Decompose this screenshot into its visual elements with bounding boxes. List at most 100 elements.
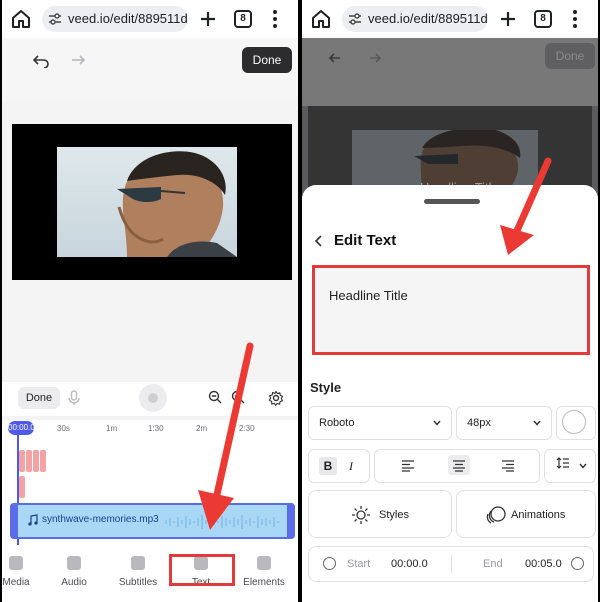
done-button: Done: [545, 43, 595, 69]
media-icon: [9, 556, 23, 570]
timeline-done-button[interactable]: Done: [18, 387, 60, 409]
line-spacing-icon: [556, 457, 569, 469]
chevron-down-icon: [533, 420, 541, 426]
text-clip[interactable]: [19, 450, 25, 472]
play-button[interactable]: [139, 384, 167, 412]
text-content-value: Headline Title: [329, 288, 408, 303]
chevron-down-icon: [579, 463, 587, 469]
new-tab-icon[interactable]: [498, 9, 518, 29]
text-clip[interactable]: [40, 450, 46, 472]
playhead-time[interactable]: 00:00.0: [8, 421, 35, 435]
animations-button[interactable]: Animations: [456, 490, 596, 538]
chevron-down-icon: [433, 420, 441, 426]
zoom-out-icon[interactable]: [208, 390, 222, 404]
left-screen: veed.io/edit/889511d4 8 Done Done 30s 1m…: [2, 0, 298, 602]
right-screen: veed.io/edit/889511d4 8 Done Headline Ti…: [302, 0, 598, 602]
bold-button[interactable]: B: [319, 457, 337, 475]
audio-trim-handle-right[interactable]: [287, 503, 295, 539]
animations-label: Animations: [511, 509, 566, 521]
nav-label: Subtitles: [118, 577, 158, 588]
audio-trim-handle-left[interactable]: [10, 503, 18, 539]
text-color-swatch[interactable]: [562, 410, 586, 434]
done-button[interactable]: Done: [242, 47, 292, 73]
screenshot-composite: veed.io/edit/889511d4 8 Done Done 30s 1m…: [0, 0, 600, 602]
subtitles-icon: [131, 556, 145, 570]
text-clip[interactable]: [26, 450, 32, 472]
font-family-select[interactable]: Roboto: [308, 406, 452, 440]
browser-toolbar: veed.io/edit/889511d4 8: [2, 0, 298, 38]
redo-icon[interactable]: [68, 54, 86, 68]
text-clip[interactable]: [33, 450, 39, 472]
address-bar[interactable]: veed.io/edit/889511d4: [342, 6, 488, 32]
clock-icon: [571, 557, 584, 570]
undo-icon[interactable]: [32, 54, 50, 68]
font-family-value: Roboto: [319, 417, 355, 429]
nav-audio[interactable]: Audio: [46, 554, 102, 594]
browser-toolbar: veed.io/edit/889511d4 8: [302, 0, 598, 38]
text-content-input[interactable]: Headline Title: [312, 265, 590, 355]
url-text: veed.io/edit/889511d4: [68, 11, 188, 26]
line-spacing-select[interactable]: [544, 449, 596, 483]
timeline-ruler[interactable]: 30s 1m 1:30 2m 2:30: [2, 420, 298, 436]
tab-switcher-button[interactable]: 8: [234, 10, 252, 28]
style-section-label: Style: [310, 380, 342, 395]
sun-icon: [352, 506, 370, 524]
ruler-tick: 1m: [106, 424, 118, 433]
italic-button[interactable]: I: [342, 457, 360, 475]
elements-icon: [257, 556, 271, 570]
sheet-title: Edit Text: [334, 232, 397, 249]
audio-clip-name: synthwave-memories.mp3: [42, 514, 159, 525]
sheet-drag-handle[interactable]: [424, 199, 480, 204]
tab-switcher-button[interactable]: 8: [534, 10, 552, 28]
nav-label: Elements: [243, 577, 285, 588]
text-clip[interactable]: [19, 476, 25, 498]
ruler-tick: 1:30: [148, 424, 164, 433]
end-label: End: [483, 558, 503, 570]
text-tab-highlight: [169, 554, 235, 586]
font-style-group: [308, 449, 370, 483]
home-icon[interactable]: [310, 8, 332, 30]
redo-icon: [370, 53, 382, 63]
start-time-input[interactable]: 00:00.0: [391, 558, 428, 570]
home-icon[interactable]: [10, 8, 32, 30]
audio-icon: [67, 556, 81, 570]
timeline-settings-icon[interactable]: [268, 390, 284, 406]
video-thumbnail: [57, 147, 237, 257]
more-menu-icon[interactable]: [272, 9, 278, 29]
nav-elements[interactable]: Elements: [236, 554, 292, 594]
nav-label: Media: [2, 577, 30, 588]
styles-button[interactable]: Styles: [308, 490, 452, 538]
end-time-input[interactable]: 00:05.0: [525, 558, 562, 570]
nav-subtitles[interactable]: Subtitles: [110, 554, 166, 594]
zoom-in-icon[interactable]: [231, 390, 245, 404]
font-size-select[interactable]: 48px: [456, 406, 552, 440]
timing-row: Start 00:00.0 End 00:05.0: [308, 546, 594, 582]
align-center-icon[interactable]: [452, 460, 466, 472]
timing-divider: [451, 555, 452, 573]
undo-icon: [328, 53, 340, 63]
back-chevron-icon[interactable]: [314, 235, 324, 247]
new-tab-icon[interactable]: [198, 9, 218, 29]
site-settings-icon[interactable]: [48, 12, 62, 26]
ruler-tick: 2:30: [239, 424, 255, 433]
waveform: [165, 515, 279, 529]
site-settings-icon[interactable]: [348, 12, 362, 26]
tab-count: 8: [240, 13, 246, 24]
align-left-icon[interactable]: [401, 460, 415, 472]
nav-media[interactable]: Media: [2, 554, 44, 594]
font-size-value: 48px: [467, 417, 491, 429]
start-label: Start: [347, 558, 371, 570]
address-bar[interactable]: veed.io/edit/889511d4: [42, 6, 188, 32]
align-right-icon[interactable]: [501, 460, 515, 472]
nav-label: Audio: [61, 577, 87, 588]
tab-count: 8: [540, 13, 546, 24]
animations-icon: [486, 506, 506, 524]
microphone-icon[interactable]: [68, 390, 80, 406]
styles-label: Styles: [379, 509, 409, 521]
music-note-icon: [28, 514, 38, 526]
more-menu-icon[interactable]: [572, 9, 578, 29]
clock-icon: [323, 557, 336, 570]
ruler-tick: 2m: [196, 424, 208, 433]
ruler-tick: 30s: [57, 424, 70, 433]
url-text: veed.io/edit/889511d4: [368, 11, 488, 26]
